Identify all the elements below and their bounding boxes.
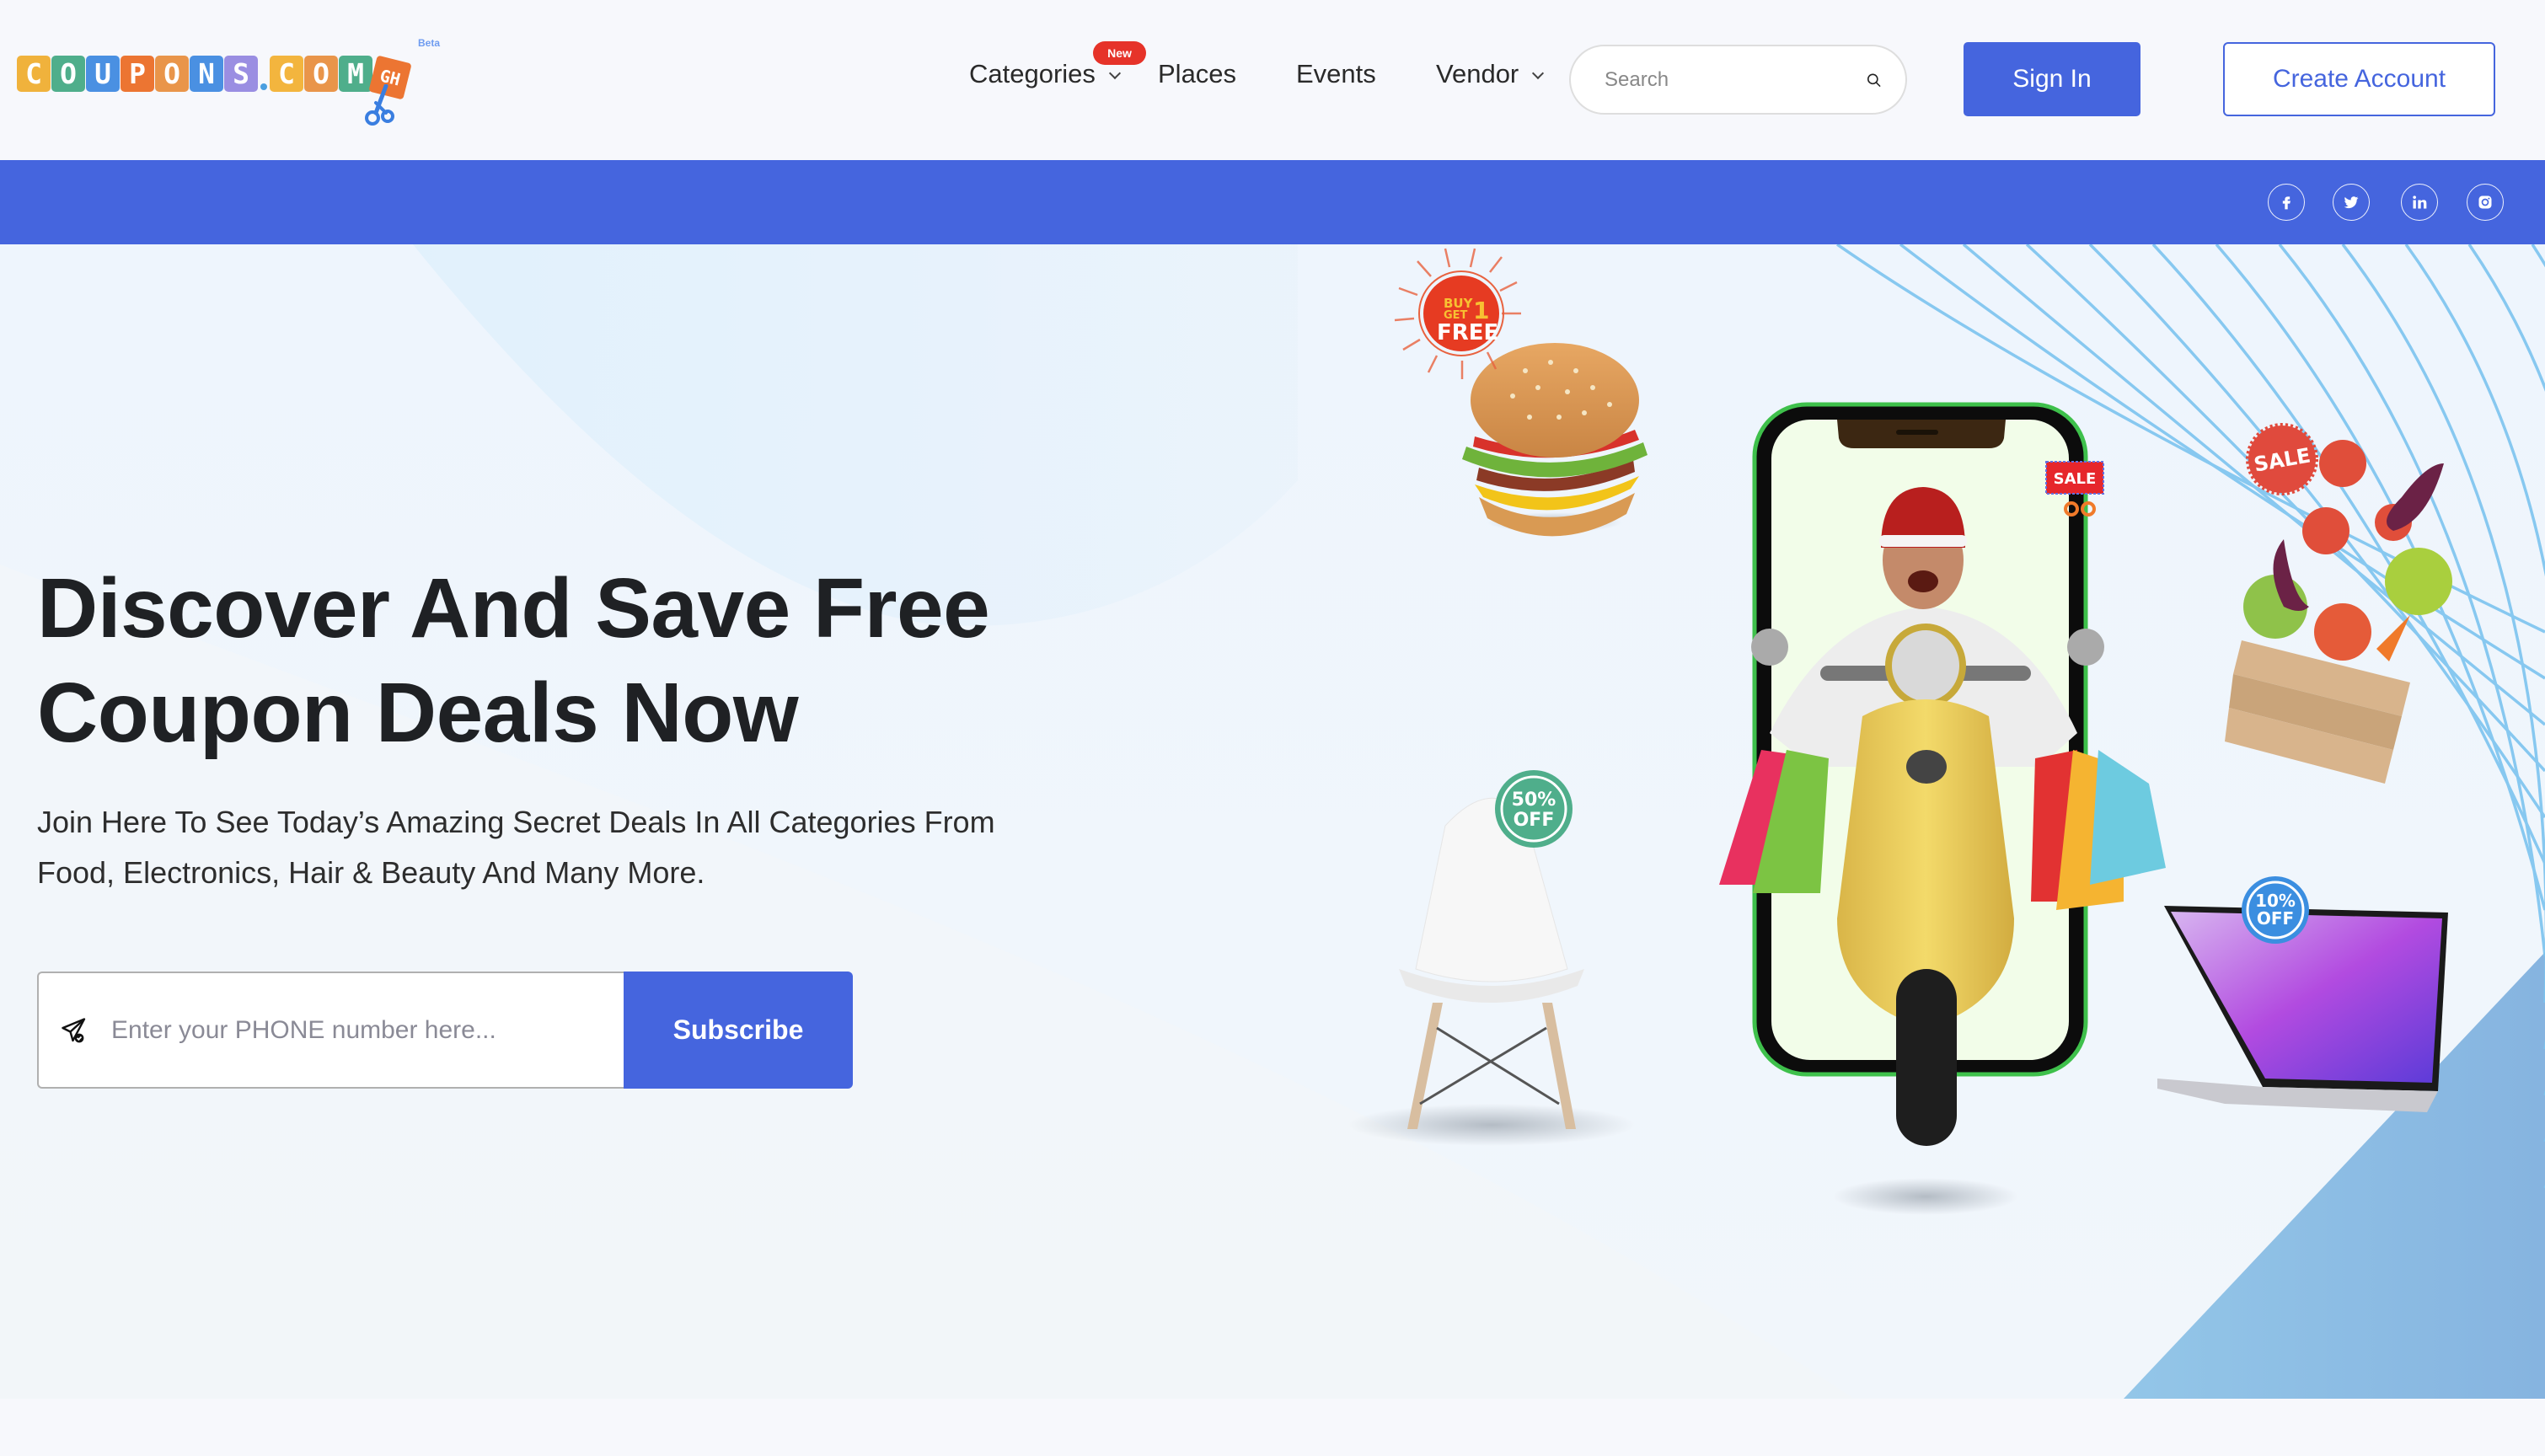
chevron-down-icon xyxy=(1532,67,1545,80)
subscribe-button[interactable]: Subscribe xyxy=(624,972,853,1089)
hero-title-line-2: Coupon Deals Now xyxy=(37,666,799,760)
logo-tile: N xyxy=(190,56,223,92)
sign-in-button[interactable]: Sign In xyxy=(1964,42,2140,116)
nav-categories-label: Categories xyxy=(969,59,1096,88)
logo[interactable]: COUPONSCOM GH Beta xyxy=(15,34,445,126)
subscribe-form: Subscribe xyxy=(37,972,853,1089)
logo-tile: U xyxy=(86,56,120,92)
facebook-icon xyxy=(2282,196,2290,210)
logo-tile: S xyxy=(224,56,258,92)
vegetable-sale-badge: SALE xyxy=(2246,423,2318,495)
badge-fifty-text: 50% xyxy=(1512,790,1556,811)
social-bar xyxy=(0,160,2545,244)
scissors-icon xyxy=(365,84,394,126)
linkedin-icon xyxy=(2413,195,2427,209)
hero-title: Discover And Save Free Coupon Deals Now xyxy=(37,556,990,765)
hero-description: Join Here To See Today’s Amazing Secret … xyxy=(37,797,1116,898)
hero-title-line-1: Discover And Save Free xyxy=(37,561,990,656)
logo-tile: P xyxy=(121,56,154,92)
facebook-link[interactable] xyxy=(2268,184,2305,221)
instagram-icon xyxy=(2478,195,2492,209)
nav-vendor[interactable]: Vendor xyxy=(1436,59,1545,89)
badge-ten-off-text: OFF xyxy=(2257,908,2294,929)
chevron-down-icon xyxy=(1108,67,1121,80)
phone-input[interactable] xyxy=(111,1015,624,1045)
phone-scooter-image xyxy=(1719,402,2166,1215)
logo-tile: O xyxy=(155,56,189,92)
linkedin-link[interactable] xyxy=(2401,184,2438,221)
logo-tile: O xyxy=(304,56,338,92)
hero-description-line-1: Join Here To See Today’s Amazing Secret … xyxy=(37,805,995,839)
hero-illustration: BUY GET 1 FREE 50% OFF SALE SALE 10% OFF xyxy=(1348,248,2452,1215)
nav-vendor-label: Vendor xyxy=(1436,59,1519,88)
nav-events-label: Events xyxy=(1296,59,1376,88)
logo-tile: C xyxy=(17,56,51,92)
hero-description-line-2: Food, Electronics, Hair & Beauty And Man… xyxy=(37,855,705,890)
search-icon[interactable] xyxy=(1866,65,1882,95)
send-icon xyxy=(62,1017,86,1042)
laptop-image xyxy=(2157,906,2448,1112)
instagram-link[interactable] xyxy=(2467,184,2504,221)
hero-section: Discover And Save Free Coupon Deals Now … xyxy=(0,244,2545,1399)
badge-free-text: FREE xyxy=(1437,320,1498,345)
logo-tile: C xyxy=(270,56,303,92)
header: COUPONSCOM GH Beta New Categories Places… xyxy=(0,0,2545,160)
burger-image xyxy=(1462,343,1648,537)
logo-tile: O xyxy=(51,56,85,92)
phone-field-wrapper xyxy=(37,972,624,1089)
nav-events[interactable]: Events xyxy=(1296,59,1376,89)
search-box xyxy=(1569,45,1907,115)
nav-places-label: Places xyxy=(1158,59,1237,88)
logo-wordmark: COUPONSCOM xyxy=(17,56,373,92)
twitter-link[interactable] xyxy=(2333,184,2370,221)
beta-label: Beta xyxy=(418,37,441,49)
phone-sale-text: SALE xyxy=(2054,470,2097,488)
chair-image xyxy=(1348,797,1635,1146)
badge-off-text: OFF xyxy=(1514,810,1555,831)
nav-categories[interactable]: Categories xyxy=(969,59,1121,89)
create-account-button[interactable]: Create Account xyxy=(2223,42,2495,116)
page: COUPONSCOM GH Beta New Categories Places… xyxy=(0,0,2545,1456)
search-input[interactable] xyxy=(1605,67,1866,92)
nav-places[interactable]: Places xyxy=(1158,59,1236,89)
twitter-icon xyxy=(2344,196,2359,209)
logo-dot xyxy=(260,83,267,90)
ten-percent-off-badge: 10% OFF xyxy=(2242,876,2309,944)
vegetable-crate-image xyxy=(2225,440,2452,784)
fifty-percent-off-badge: 50% OFF xyxy=(1495,770,1573,848)
